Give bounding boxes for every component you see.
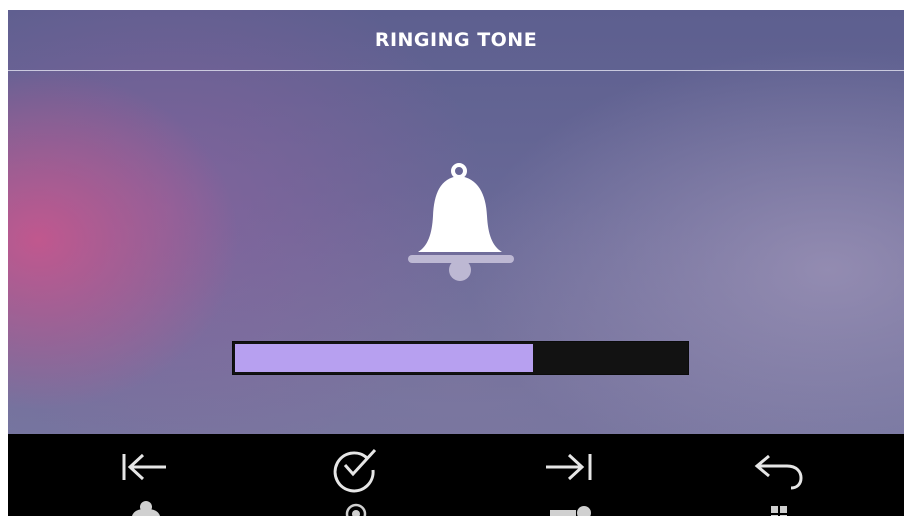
page-title: RINGING TONE xyxy=(374,29,538,51)
bottom-toolbar xyxy=(8,434,904,516)
key-icon xyxy=(550,506,591,516)
bell-icon xyxy=(408,163,514,281)
next-button[interactable] xyxy=(510,434,630,516)
ringing-tone-screen: RINGING TONE xyxy=(8,10,904,516)
volume-level-fill xyxy=(235,344,533,372)
record-dot-icon xyxy=(345,503,367,516)
volume-slider[interactable] xyxy=(232,341,689,375)
confirm-button[interactable] xyxy=(295,434,415,516)
grid-icon xyxy=(771,506,787,516)
header-bar: RINGING TONE xyxy=(8,10,904,71)
back-button[interactable] xyxy=(717,434,837,516)
previous-button[interactable] xyxy=(86,434,206,516)
user-icon xyxy=(132,501,160,516)
